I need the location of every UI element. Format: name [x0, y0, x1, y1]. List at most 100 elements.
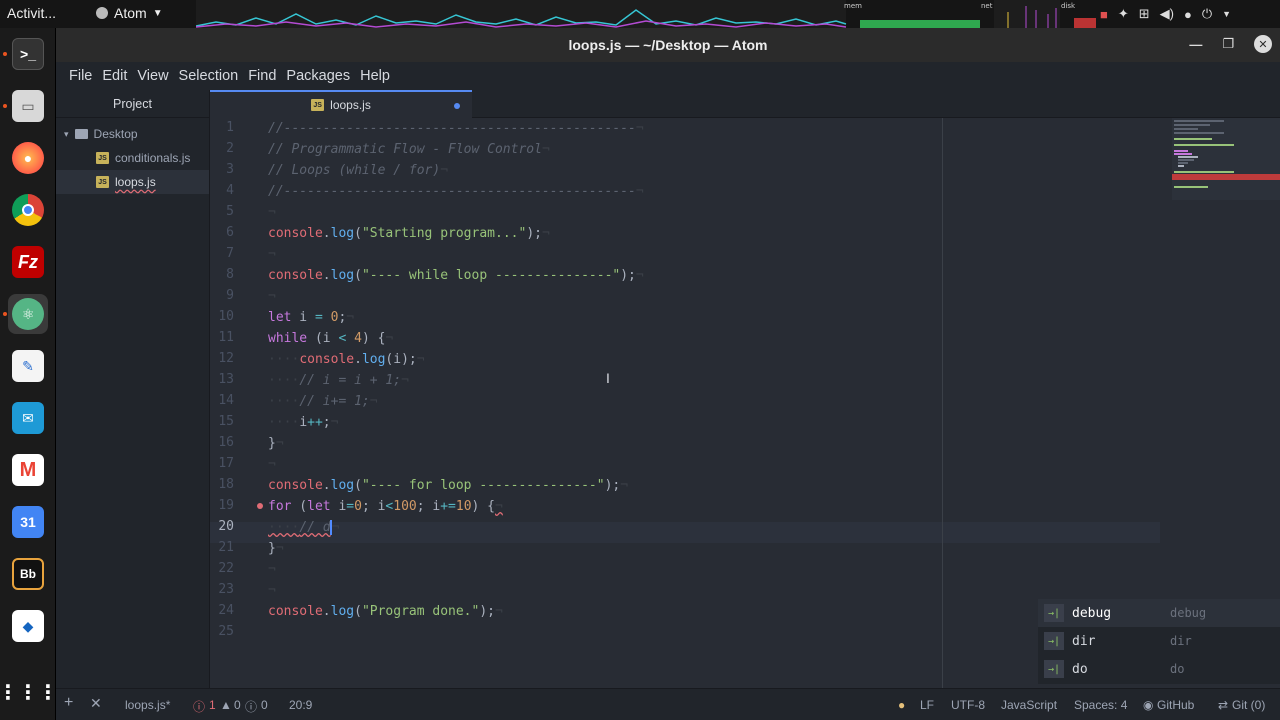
warning-count[interactable]: 0 — [234, 698, 241, 712]
minimap[interactable] — [1172, 118, 1280, 200]
tab-loops-js[interactable]: JS loops.js — [210, 90, 472, 118]
line-number: 11 — [218, 330, 234, 345]
line-number: 17 — [218, 456, 234, 471]
grammar[interactable]: JavaScript — [1001, 698, 1057, 712]
code-line: console.log("Starting program...");¬ — [268, 226, 550, 241]
menu-help[interactable]: Help — [355, 68, 395, 84]
blackboard-icon: Bb — [12, 558, 44, 590]
code-line: while (i < 4) {¬ — [268, 331, 394, 346]
js-file-icon: JS — [96, 176, 109, 188]
cursor-line-highlight — [210, 522, 1160, 543]
menu-find[interactable]: Find — [243, 68, 281, 84]
menu-file[interactable]: File — [64, 68, 97, 84]
error-count[interactable]: 1 — [209, 698, 216, 712]
cursor-position[interactable]: 20:9 — [289, 698, 312, 712]
suggestion-type: do — [1170, 662, 1185, 676]
tree-file-conditionals[interactable]: JS conditionals.js — [56, 146, 209, 170]
modified-indicator — [454, 103, 460, 109]
info-count[interactable]: 0 — [261, 698, 268, 712]
error-icon: ⓘ — [193, 700, 206, 714]
tree-file-loops[interactable]: JS loops.js — [56, 170, 209, 194]
line-number: 10 — [218, 309, 234, 324]
code-line: ¬ — [268, 457, 276, 472]
chrome-launcher[interactable] — [8, 190, 48, 230]
menu-view[interactable]: View — [132, 68, 173, 84]
github-button[interactable]: GitHub — [1157, 698, 1194, 712]
blackboard-launcher[interactable]: Bb — [8, 554, 48, 594]
calendar-launcher[interactable]: 31 — [8, 502, 48, 542]
system-tray: ■ ✦ ⊞ ◀) ● ⏻ ▼ — [1100, 0, 1231, 28]
line-number: 5 — [226, 204, 234, 219]
folder-icon — [74, 129, 88, 139]
tree-folder-desktop[interactable]: ▾ Desktop — [56, 122, 209, 146]
line-number: 9 — [226, 288, 234, 303]
line-number: 22 — [218, 561, 234, 576]
line-number: 24 — [218, 603, 234, 618]
warning-icon: ▲ — [220, 698, 232, 712]
minimize-icon[interactable]: — — [1189, 37, 1202, 52]
activities-button[interactable]: Activit... — [7, 5, 56, 21]
terminal-launcher[interactable]: >_ — [3, 34, 48, 74]
atom-icon: ⚛ — [12, 298, 44, 330]
code-line: //--------------------------------------… — [268, 121, 644, 136]
code-line: //--------------------------------------… — [268, 184, 644, 199]
chevron-down-icon: ▼ — [152, 7, 163, 19]
maximize-icon[interactable]: ❐ — [1222, 36, 1234, 52]
filezilla-launcher[interactable]: Fz — [8, 242, 48, 282]
line-number: 4 — [226, 183, 234, 198]
code-line: // Loops (while / for)¬ — [268, 163, 449, 178]
line-number: 25 — [218, 624, 234, 639]
atom-window: loops.js — ~/Desktop — Atom — ❐ ✕ File E… — [56, 28, 1280, 720]
project-tab[interactable]: Project — [56, 90, 209, 118]
autocomplete-item[interactable]: →| debug debug — [1038, 599, 1280, 627]
close-icon[interactable]: ✕ — [90, 695, 102, 712]
status-file-name[interactable]: loops.js* — [125, 698, 170, 712]
menu-packages[interactable]: Packages — [281, 68, 355, 84]
code-line: ····// i = i + 1;¬ — [268, 373, 409, 388]
atom-launcher[interactable]: ⚛ — [3, 294, 48, 334]
status-bar: + ✕ loops.js* ⓘ 1 ▲ 0 ⓘ 0 20:9 ● LF UTF-… — [56, 688, 1280, 720]
chevron-down-icon[interactable]: ▼ — [1222, 9, 1231, 19]
autocomplete-item[interactable]: →| do do — [1038, 655, 1280, 683]
wrap-guide — [942, 118, 943, 688]
git-button[interactable]: Git (0) — [1232, 698, 1265, 712]
encoding[interactable]: UTF-8 — [951, 698, 985, 712]
line-ending[interactable]: LF — [920, 698, 934, 712]
line-number: 13 — [218, 372, 234, 387]
fish-icon: ◆ — [12, 610, 44, 642]
line-number: 15 — [218, 414, 234, 429]
suggestion-type: debug — [1170, 606, 1207, 620]
js-file-icon: JS — [96, 152, 109, 164]
gmail-launcher[interactable]: M — [8, 450, 48, 490]
network-icon[interactable]: ⊞ — [1139, 6, 1150, 22]
microphone-icon[interactable]: ● — [1184, 7, 1192, 22]
camera-icon[interactable]: ■ — [1100, 7, 1108, 22]
volume-icon[interactable]: ◀) — [1160, 6, 1174, 22]
autocomplete-item[interactable]: →| dir dir — [1038, 627, 1280, 655]
files-launcher[interactable]: ▭ — [3, 86, 48, 126]
tree-view: Project ▾ Desktop JS conditionals.js JS … — [56, 90, 210, 688]
firefox-launcher[interactable]: ● — [8, 138, 48, 178]
file-label: conditionals.js — [115, 151, 191, 165]
snippet-icon: →| — [1044, 604, 1064, 622]
code-line: ¬ — [268, 289, 276, 304]
add-icon[interactable]: + — [64, 694, 73, 712]
code-line: ····// i+= 1;¬ — [268, 394, 378, 409]
power-icon[interactable]: ⏻ — [1202, 6, 1212, 22]
app-launcher[interactable]: ◆ — [8, 606, 48, 646]
tab-bar: JS loops.js — [210, 90, 1280, 118]
menu-edit[interactable]: Edit — [97, 68, 132, 84]
code-line: ¬ — [268, 562, 276, 577]
menu-selection[interactable]: Selection — [174, 68, 244, 84]
dropbox-icon[interactable]: ✦ — [1118, 6, 1129, 22]
text-editor-launcher[interactable]: ✎ — [8, 346, 48, 386]
line-number: 19 — [218, 498, 234, 513]
chrome-icon — [12, 194, 44, 226]
indentation[interactable]: Spaces: 4 — [1074, 698, 1127, 712]
mail-launcher[interactable]: ✉ — [8, 398, 48, 438]
show-applications-button[interactable]: ⋮⋮⋮ — [0, 672, 58, 712]
close-icon[interactable]: ✕ — [1254, 35, 1272, 53]
app-menu[interactable]: Atom ▼ — [96, 5, 163, 21]
pencil-icon: ✎ — [12, 350, 44, 382]
error-marker — [257, 503, 263, 509]
